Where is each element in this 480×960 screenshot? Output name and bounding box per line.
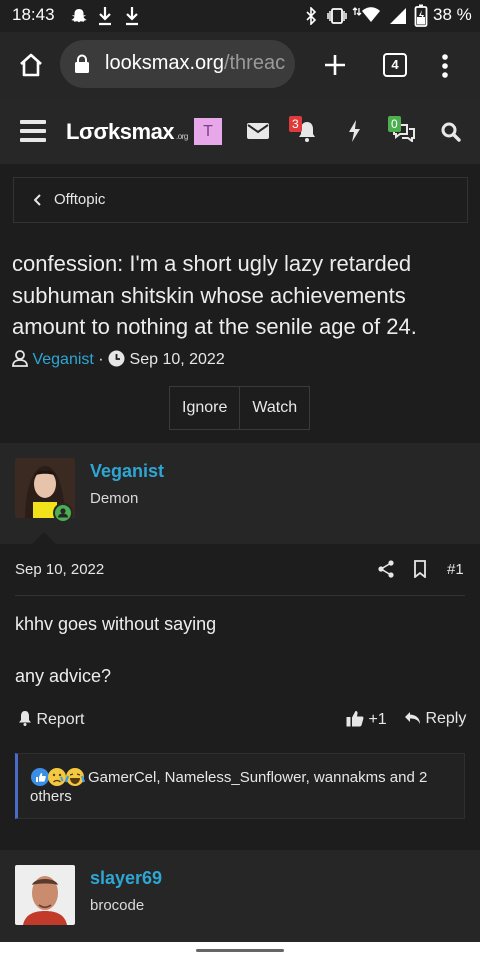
reply-button[interactable]: Reply (404, 710, 466, 728)
report-button[interactable]: Report (18, 710, 84, 729)
more-menu-icon[interactable] (441, 53, 449, 79)
thread-meta: Veganist · Sep 10, 2022 (12, 350, 225, 372)
meta-separator: · (98, 351, 104, 368)
breadcrumb[interactable]: Offtopic (13, 177, 468, 223)
download-icon (126, 7, 138, 26)
user-avatar[interactable]: T (194, 118, 222, 145)
url-text: looksmax.org/threac (105, 52, 286, 74)
post-body: Sep 10, 2022 #1 khhv goes without saying… (0, 544, 480, 850)
thread-author-link[interactable]: Veganist (32, 351, 93, 368)
share-icon[interactable] (378, 560, 394, 578)
site-nav: Lσσksmax .org T 3 0 (0, 100, 480, 164)
post-author-link[interactable]: Veganist (90, 461, 164, 482)
battery-icon (414, 4, 428, 27)
breadcrumb-label[interactable]: Offtopic (54, 191, 105, 208)
signal-icon (390, 8, 406, 24)
conversations-badge: 0 (388, 116, 401, 132)
address-bar[interactable]: looksmax.org/threac (60, 40, 295, 88)
home-gesture-handle[interactable] (196, 949, 284, 952)
battery-percent: 38 % (433, 5, 472, 24)
status-bar: 18:43 38 % (0, 0, 480, 32)
reactions-others[interactable]: others (30, 788, 72, 805)
bluetooth-icon (306, 7, 317, 25)
clock-icon (108, 350, 125, 367)
watch-button[interactable]: Watch (239, 387, 309, 429)
avatar[interactable] (15, 865, 75, 925)
post-number[interactable]: #1 (447, 561, 464, 578)
site-logo[interactable]: Lσσksmax .org (66, 119, 188, 145)
search-icon[interactable] (441, 122, 461, 142)
reaction-emoji-icons (31, 768, 86, 786)
snapchat-icon (71, 9, 87, 23)
bookmark-icon[interactable] (413, 560, 427, 578)
reply-icon (405, 712, 420, 724)
bell-icon (19, 711, 31, 726)
post-author-role: brocode (90, 897, 145, 914)
home-icon[interactable] (18, 52, 44, 78)
post-text-line: any advice? (15, 666, 112, 686)
lock-icon (75, 54, 89, 73)
post-date[interactable]: Sep 10, 2022 (15, 561, 104, 578)
post-text-line: khhv goes without saying (15, 614, 217, 634)
thumbs-up-icon (346, 711, 364, 727)
user-icon (12, 350, 28, 367)
speech-arrow (32, 532, 56, 544)
online-status-icon (53, 503, 73, 523)
hamburger-menu-icon[interactable] (20, 120, 46, 142)
divider (15, 595, 465, 596)
post-user-block: Veganist Demon (0, 443, 480, 544)
post-author-role: Demon (90, 490, 139, 507)
post-user-block: slayer69 brocode (0, 850, 480, 942)
status-time: 18:43 (12, 5, 55, 24)
chevron-left-icon (34, 194, 41, 206)
tab-switcher-button[interactable]: 4 (383, 53, 407, 77)
vibrate-icon (327, 8, 347, 24)
like-button[interactable]: +1 (346, 710, 387, 729)
ignore-button[interactable]: Ignore (170, 387, 239, 429)
new-tab-icon[interactable] (323, 53, 347, 77)
system-navigation-bar (0, 942, 480, 960)
download-icon (99, 7, 111, 26)
reactions-bar[interactable]: GamerCel, Nameless_Sunflower, wannakms a… (15, 753, 465, 819)
wifi-icon (352, 7, 380, 22)
alerts-badge: 3 (289, 116, 302, 132)
browser-toolbar: looksmax.org/threac 4 (0, 32, 480, 100)
post-author-link[interactable]: slayer69 (90, 868, 162, 889)
thread-title: confession: I'm a short ugly lazy retard… (12, 251, 417, 339)
thread-date[interactable]: Sep 10, 2022 (130, 351, 225, 368)
reactions-users[interactable]: GamerCel, Nameless_Sunflower, wannakms a… (88, 767, 448, 788)
thread-actions: Ignore Watch (169, 386, 311, 430)
inbox-icon[interactable] (247, 123, 269, 139)
lightning-icon[interactable] (347, 119, 361, 143)
